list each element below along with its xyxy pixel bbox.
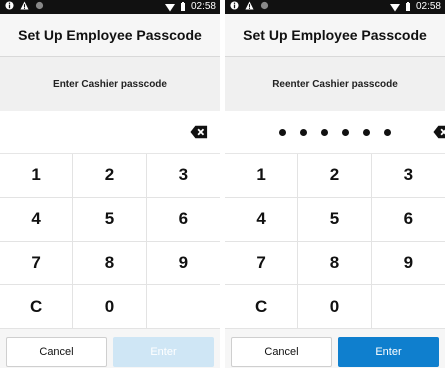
- passcode-prompt: Enter Cashier passcode: [0, 57, 220, 111]
- action-bar: Cancel Enter: [225, 333, 445, 368]
- passcode-dot: [300, 128, 307, 136]
- passcode-screen-reenter: 02:58 Set Up Employee Passcode Reenter C…: [225, 0, 445, 368]
- cancel-button[interactable]: Cancel: [231, 337, 332, 367]
- page-title: Set Up Employee Passcode: [0, 14, 220, 57]
- key-2[interactable]: 2: [73, 154, 147, 198]
- key-7[interactable]: 7: [225, 241, 299, 286]
- key-clear[interactable]: C: [0, 285, 74, 329]
- passcode-dot: [384, 128, 391, 136]
- key-4[interactable]: 4: [0, 197, 74, 242]
- cancel-button[interactable]: Cancel: [6, 337, 107, 367]
- key-0[interactable]: 0: [73, 285, 147, 329]
- action-bar: Cancel Enter: [0, 333, 220, 368]
- key-3[interactable]: 3: [146, 154, 220, 198]
- backspace-icon[interactable]: [433, 123, 445, 141]
- enter-button[interactable]: Enter: [113, 337, 214, 367]
- status-time: 02:58: [415, 1, 441, 12]
- numeric-keypad: 1 2 3 4 5 6 7 8 9 C 0: [225, 154, 445, 329]
- key-1[interactable]: 1: [225, 154, 299, 198]
- warning-icon: [245, 1, 254, 10]
- passcode-dot: [279, 128, 286, 136]
- key-4[interactable]: 4: [225, 197, 299, 242]
- key-9[interactable]: 9: [146, 242, 220, 286]
- passcode-entry-field: [225, 111, 445, 154]
- key-9[interactable]: 9: [371, 242, 445, 286]
- info-icon: [5, 1, 14, 10]
- passcode-entry-field: [0, 111, 220, 154]
- passcode-dots: [225, 111, 445, 153]
- record-icon: [260, 1, 269, 10]
- passcode-dot: [321, 128, 328, 136]
- key-3[interactable]: 3: [371, 154, 445, 198]
- passcode-prompt: Reenter Cashier passcode: [225, 57, 445, 111]
- info-icon: [230, 1, 239, 10]
- key-6[interactable]: 6: [146, 198, 220, 242]
- passcode-dot: [363, 128, 370, 136]
- enter-button[interactable]: Enter: [338, 337, 439, 367]
- status-bar: 02:58: [0, 0, 220, 14]
- key-8[interactable]: 8: [73, 241, 147, 286]
- wifi-icon: [389, 3, 400, 11]
- record-icon: [35, 1, 44, 10]
- key-clear[interactable]: C: [225, 285, 299, 329]
- key-blank: [371, 285, 445, 329]
- key-1[interactable]: 1: [0, 154, 74, 198]
- key-6[interactable]: 6: [371, 198, 445, 242]
- status-bar: 02:58: [225, 0, 445, 14]
- battery-icon: [180, 2, 185, 11]
- key-8[interactable]: 8: [298, 241, 372, 286]
- battery-icon: [405, 2, 410, 11]
- key-5[interactable]: 5: [73, 197, 147, 242]
- numeric-keypad: 1 2 3 4 5 6 7 8 9 C 0: [0, 154, 220, 329]
- key-2[interactable]: 2: [298, 154, 372, 198]
- wifi-icon: [164, 3, 175, 11]
- passcode-screen-enter: 02:58 Set Up Employee Passcode Enter Cas…: [0, 0, 220, 368]
- passcode-dot: [342, 128, 349, 136]
- backspace-icon[interactable]: [190, 123, 208, 141]
- key-0[interactable]: 0: [298, 285, 372, 329]
- key-5[interactable]: 5: [298, 197, 372, 242]
- key-7[interactable]: 7: [0, 241, 74, 286]
- page-title: Set Up Employee Passcode: [225, 14, 445, 57]
- status-time: 02:58: [190, 1, 216, 12]
- key-blank: [146, 285, 220, 329]
- passcode-dots: [0, 111, 220, 153]
- warning-icon: [20, 1, 29, 10]
